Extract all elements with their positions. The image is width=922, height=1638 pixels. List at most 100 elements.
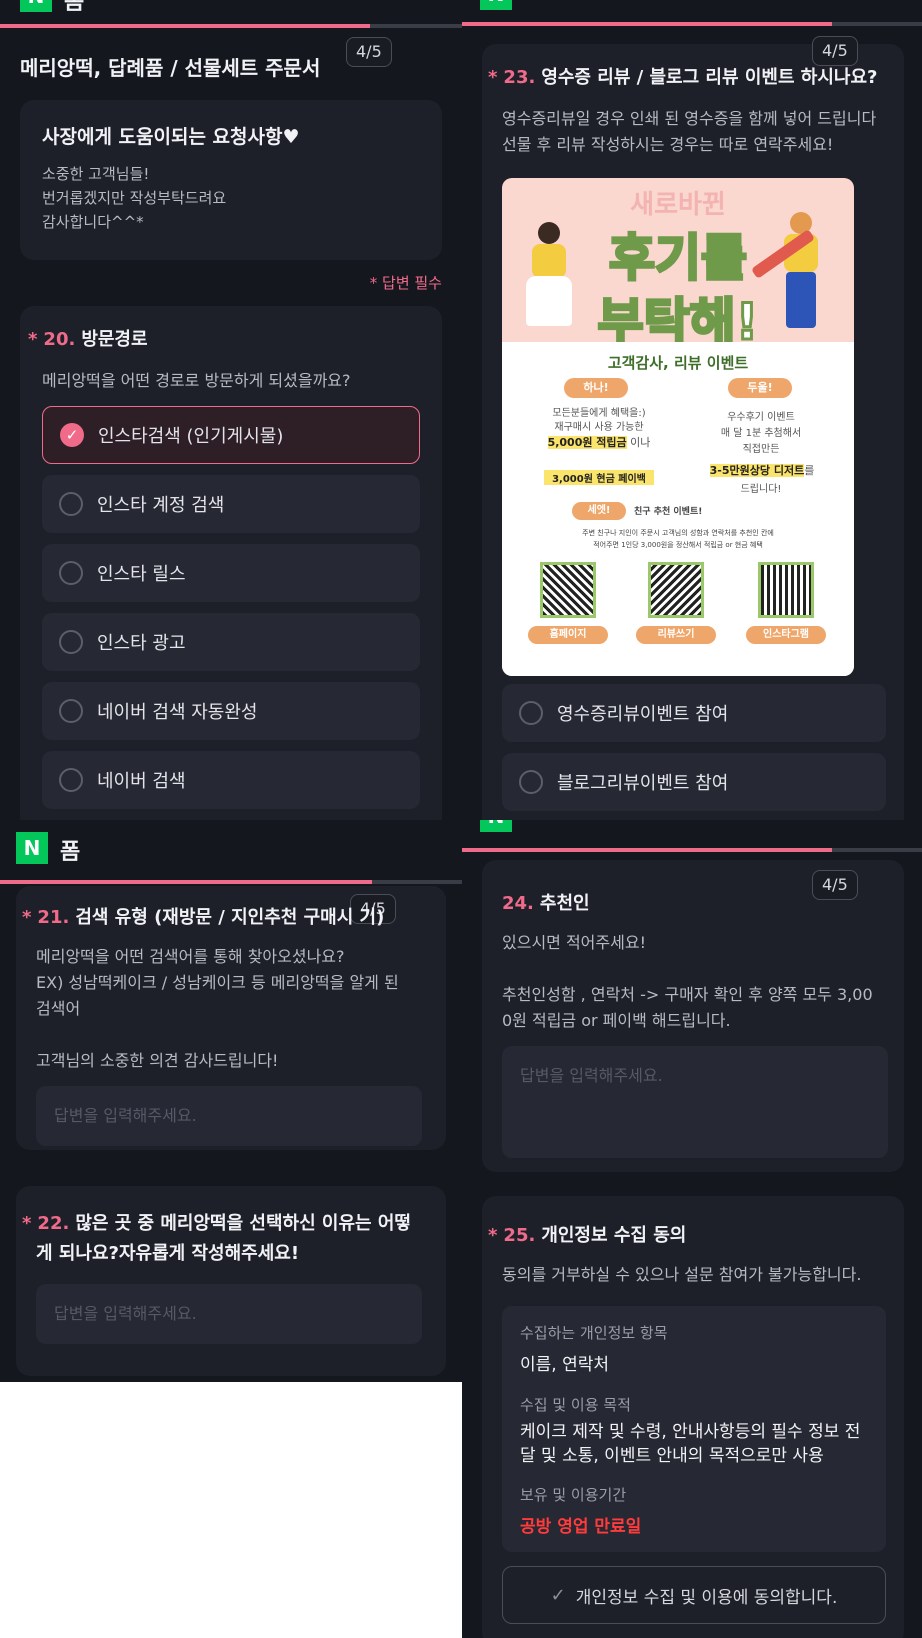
q20-option-2[interactable]: 인스타 계정 검색 (42, 475, 420, 533)
qr-code-instagram (758, 562, 814, 618)
q21-card: 4/5 * 21. 검색 유형 (재방문 / 지인추천 구매시 기) 메리앙떡을 어… (16, 886, 446, 1150)
progress-bar (0, 24, 462, 28)
items-value: 이름, 연락처 (520, 1355, 610, 1375)
q20-option-6[interactable]: 네이버 검색 (42, 751, 420, 809)
option-label: 인스타 광고 (97, 633, 186, 654)
items-label: 수집하는 개인정보 항목 (520, 1324, 668, 1342)
q22-card: * 22. 많은 곳 중 메리앙떡을 선택하신 이유는 어떻 게 되나요?자유롭게 … (16, 1186, 446, 1376)
q25-desc: 동의를 거부하실 수 있으나 설문 참여가 불가능합니다. (502, 1265, 862, 1284)
q20-option-3[interactable]: 인스타 릴스 (42, 544, 420, 602)
poster-illustration-right (750, 212, 836, 332)
one-text-4: 3,000원 현금 페이백 (544, 470, 654, 485)
q21-label: 검색 유형 (재방문 / 지인추천 구매시 기) (75, 907, 385, 928)
q20-option-1[interactable]: ✓ 인스타검색 (인기게시물) (42, 406, 420, 464)
required-star: * (488, 67, 498, 88)
radio-icon (59, 699, 83, 723)
purpose-value: 케이크 제작 및 수령, 안내사항등의 필수 정보 전 달 및 소통, 이벤트 … (520, 1422, 861, 1466)
check-icon: ✓ (550, 1584, 566, 1606)
privacy-agree-button[interactable]: ✓ 개인정보 수집 및 이용에 동의합니다. (502, 1566, 886, 1624)
panel-top-left: N 폼 메리앙떡, 답례품 / 선물세트 주문서 4/5 사장에게 도움이되는 … (0, 0, 462, 820)
badge-three: 세엣! (572, 502, 626, 520)
poster-subtitle: 고객감사, 리뷰 이벤트 (607, 354, 749, 372)
progress-fill (462, 22, 832, 26)
app-name: 폼 (64, 0, 85, 15)
option-label: 인스타검색 (인기게시물) (98, 426, 284, 447)
naver-logo: N (480, 0, 512, 10)
poster-content: 고객감사, 리뷰 이벤트 하나! 두울! 모든분들에게 혜택을:) 재구매시 사… (502, 342, 854, 676)
radio-icon (519, 770, 543, 794)
q20-option-4[interactable]: 인스타 광고 (42, 613, 420, 671)
option-label: 인스타 계정 검색 (97, 495, 225, 516)
one-text-2: 재구매시 사용 가능한 (554, 422, 644, 433)
q22-label: 많은 곳 중 메리앙떡을 선택하신 이유는 어떻 (75, 1213, 411, 1234)
form-title: 메리앙떡, 답례품 / 선물세트 주문서 (20, 56, 321, 80)
intro-body: 소중한 고객님들! 번거롭겠지만 작성부탁드려요 감사합니다^^* (42, 165, 227, 231)
q23-number: 23. (503, 67, 536, 88)
q23-card: 4/5 * 23. 영수증 리뷰 / 블로그 리뷰 이벤트 하시나요? 영수증리뷰일… (482, 36, 904, 820)
q21-answer-input[interactable]: 답변을 입력해주세요. (36, 1086, 422, 1146)
two-text-4b: 를 (804, 464, 815, 477)
review-event-poster: 새로바뀐 후기를 부탁해! 고객감사, 리뷰 이벤트 하나! 두울! 모든분들에… (502, 178, 854, 676)
q23-title: * 23. 영수증 리뷰 / 블로그 리뷰 이벤트 하시나요? (488, 64, 877, 92)
qr-label-review: 리뷰쓰기 (636, 626, 716, 644)
option-label: 네이버 검색 (97, 771, 186, 792)
period-value: 공방 영업 만료일 (520, 1517, 642, 1537)
radio-icon (519, 701, 543, 725)
two-text-4: 3-5만원상당 디저트를 (672, 462, 852, 478)
intro-title: 사장에게 도움이되는 요청사항♥ (42, 126, 300, 148)
option-label: 인스타 릴스 (97, 564, 186, 585)
radio-icon (59, 630, 83, 654)
q22-title: * 22. 많은 곳 중 메리앙떡을 선택하신 이유는 어떻 (22, 1210, 411, 1238)
two-text-5: 드립니다! (740, 484, 782, 495)
qr-code-homepage (540, 562, 596, 618)
one-text-3: 5,000원 적립금 이나 (524, 434, 674, 450)
two-text-2: 매 달 1분 추첨해서 (720, 428, 802, 439)
progress-bar (0, 880, 462, 884)
q20-title: * 20. 방문경로 (28, 326, 148, 354)
naver-logo: N (16, 832, 48, 864)
option-label: 네이버 검색 자동완성 (97, 702, 258, 723)
q22-answer-input[interactable]: 답변을 입력해주세요. (36, 1284, 422, 1344)
q20-card: * 20. 방문경로 메리앙떡을 어떤 경로로 방문하게 되셨을까요? ✓ 인스타검… (20, 306, 442, 820)
two-text-3: 직접만든 (742, 444, 780, 455)
q23-option-blog[interactable]: 블로그리뷰이벤트 참여 (502, 753, 886, 811)
q23-option-receipt[interactable]: 영수증리뷰이벤트 참여 (502, 684, 886, 742)
q25-label: 개인정보 수집 동의 (541, 1225, 687, 1246)
panel-bottom-left: N 폼 4/5 * 21. 검색 유형 (재방문 / 지인추천 구매시 기) 메리앙… (0, 820, 462, 1382)
q20-option-5[interactable]: 네이버 검색 자동완성 (42, 682, 420, 740)
q23-label: 영수증 리뷰 / 블로그 리뷰 이벤트 하시나요? (541, 67, 878, 88)
radio-icon (59, 492, 83, 516)
input-placeholder: 답변을 입력해주세요. (54, 1304, 197, 1323)
q24-title: 24. 추천인 (502, 890, 590, 918)
q20-desc: 메리앙떡을 어떤 경로로 방문하게 되셨을까요? (42, 371, 351, 390)
page-indicator: 4/5 (346, 37, 392, 67)
progress-fill (0, 880, 372, 884)
qr-label-instagram: 인스타그램 (746, 626, 826, 644)
one-text-3b: 이나 (630, 436, 651, 449)
q22-number: 22. (37, 1213, 70, 1234)
poster-footer-1: 주변 친구나 지인이 주문시 고객님의 성함과 연락처를 추천인 칸에 (582, 529, 774, 537)
two-text-1: 우수후기 이벤트 (727, 412, 795, 423)
naver-logo: N (480, 820, 512, 832)
q24-number: 24. (502, 893, 534, 914)
check-icon: ✓ (60, 423, 84, 447)
panel-bottom-right: N 4/5 24.추천인 있으시면 적어주세요! 추천인성함 , 연락처 -> … (462, 820, 922, 1638)
poster-footer-2: 적어주면 1인당 3,000원을 정산해서 적립금 or 현금 혜택 (593, 541, 763, 549)
q24-answer-input[interactable]: 답변을 입력해주세요. (502, 1046, 888, 1158)
q21-desc: 메리앙떡을 어떤 검색어를 통해 찾아오셨나요? EX) 성남떡케이크 / 성남… (36, 947, 399, 1070)
q24-desc: 있으시면 적어주세요! 추천인성함 , 연락처 -> 구매자 확인 후 양쪽 모… (502, 933, 873, 1030)
q20-number: 20. (43, 329, 76, 350)
option-label: 블로그리뷰이벤트 참여 (557, 773, 729, 794)
three-text: 친구 추천 이벤트! (634, 507, 703, 517)
q25-card: * 25. 개인정보 수집 동의 동의를 거부하실 수 있으나 설문 참여가 불가능… (482, 1196, 904, 1638)
q22-title-line2: 게 되나요?자유롭게 작성해주세요! (36, 1243, 300, 1264)
page-indicator: 4/5 (812, 36, 858, 66)
poster-illustration-left (520, 222, 576, 332)
input-placeholder: 답변을 입력해주세요. (54, 1106, 197, 1125)
badge-one: 하나! (564, 378, 628, 398)
q24-label: 추천인 (539, 893, 590, 914)
naver-logo: N (20, 0, 52, 12)
period-label: 보유 및 이용기간 (520, 1486, 627, 1504)
page-indicator: 4/5 (812, 870, 858, 900)
required-star: * (22, 1213, 32, 1234)
